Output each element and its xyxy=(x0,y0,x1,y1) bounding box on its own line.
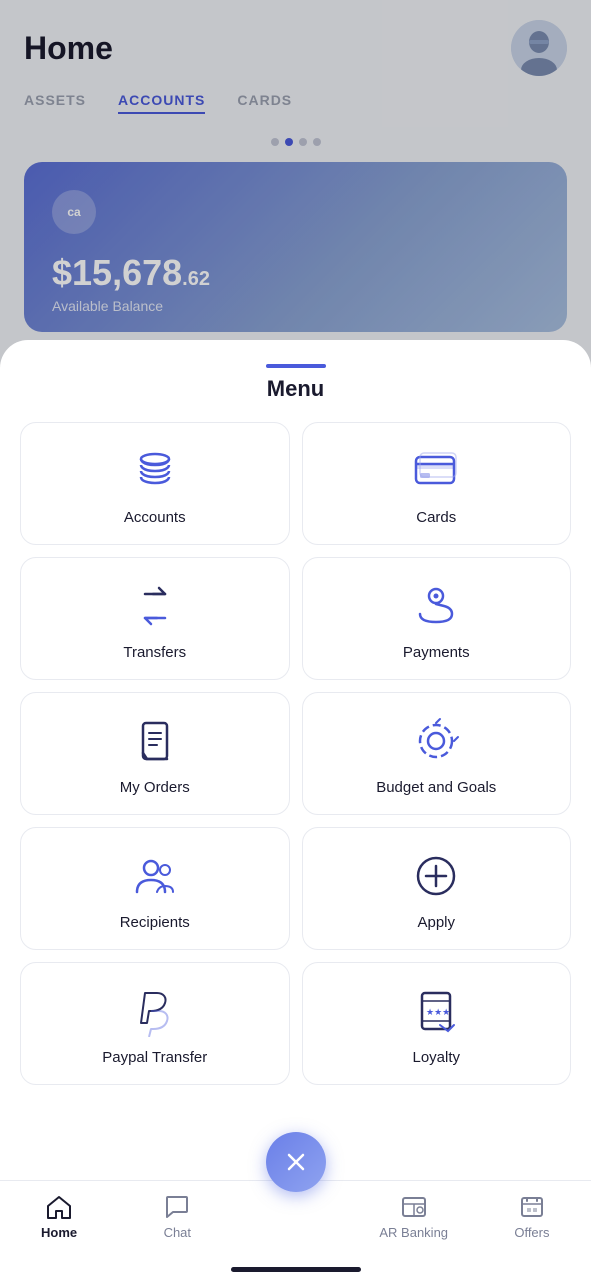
recipients-label: Recipients xyxy=(120,914,190,931)
offers-nav-icon xyxy=(518,1193,546,1221)
paypal-transfer-label: Paypal Transfer xyxy=(102,1049,207,1066)
apply-icon xyxy=(410,850,462,902)
menu-item-recipients[interactable]: Recipients xyxy=(20,827,290,950)
menu-title: Menu xyxy=(20,376,571,402)
offers-nav-label: Offers xyxy=(514,1225,549,1240)
menu-item-accounts[interactable]: Accounts xyxy=(20,422,290,545)
ar-banking-nav-icon xyxy=(400,1193,428,1221)
menu-item-payments[interactable]: Payments xyxy=(302,557,572,680)
nav-chat[interactable]: Chat xyxy=(118,1193,236,1240)
scroll-indicator xyxy=(266,364,326,368)
svg-text:★★★: ★★★ xyxy=(426,1007,450,1017)
menu-item-loyalty[interactable]: ★★★ Loyalty xyxy=(302,962,572,1085)
menu-item-budget-goals[interactable]: Budget and Goals xyxy=(302,692,572,815)
menu-item-cards[interactable]: Cards xyxy=(302,422,572,545)
apply-label: Apply xyxy=(417,914,455,931)
chat-nav-label: Chat xyxy=(164,1225,191,1240)
budget-goals-icon xyxy=(410,715,462,767)
home-nav-icon xyxy=(45,1193,73,1221)
home-indicator xyxy=(231,1267,361,1272)
my-orders-label: My Orders xyxy=(120,779,190,796)
chat-nav-icon xyxy=(163,1193,191,1221)
menu-item-apply[interactable]: Apply xyxy=(302,827,572,950)
transfers-label: Transfers xyxy=(123,644,186,661)
paypal-transfer-icon xyxy=(129,985,181,1037)
nav-offers[interactable]: Offers xyxy=(473,1193,591,1240)
loyalty-label: Loyalty xyxy=(412,1049,460,1066)
menu-item-paypal-transfer[interactable]: Paypal Transfer xyxy=(20,962,290,1085)
my-orders-icon xyxy=(129,715,181,767)
recipients-icon xyxy=(129,850,181,902)
nav-home[interactable]: Home xyxy=(0,1193,118,1240)
cards-label: Cards xyxy=(416,509,456,526)
payments-icon xyxy=(410,580,462,632)
menu-item-my-orders[interactable]: My Orders xyxy=(20,692,290,815)
accounts-icon xyxy=(129,445,181,497)
accounts-label: Accounts xyxy=(124,509,186,526)
loyalty-icon: ★★★ xyxy=(410,985,462,1037)
transfers-icon xyxy=(129,580,181,632)
menu-grid: Accounts Cards xyxy=(20,422,571,1097)
ar-banking-nav-label: AR Banking xyxy=(379,1225,448,1240)
budget-goals-label: Budget and Goals xyxy=(376,779,496,796)
nav-ar-banking[interactable]: AR Banking xyxy=(355,1193,473,1240)
menu-item-transfers[interactable]: Transfers xyxy=(20,557,290,680)
payments-label: Payments xyxy=(403,644,470,661)
cards-icon xyxy=(410,445,462,497)
bottom-nav: Home Chat AR Banking xyxy=(0,1180,591,1280)
home-nav-label: Home xyxy=(41,1225,77,1240)
fab-close-button[interactable] xyxy=(266,1132,326,1192)
